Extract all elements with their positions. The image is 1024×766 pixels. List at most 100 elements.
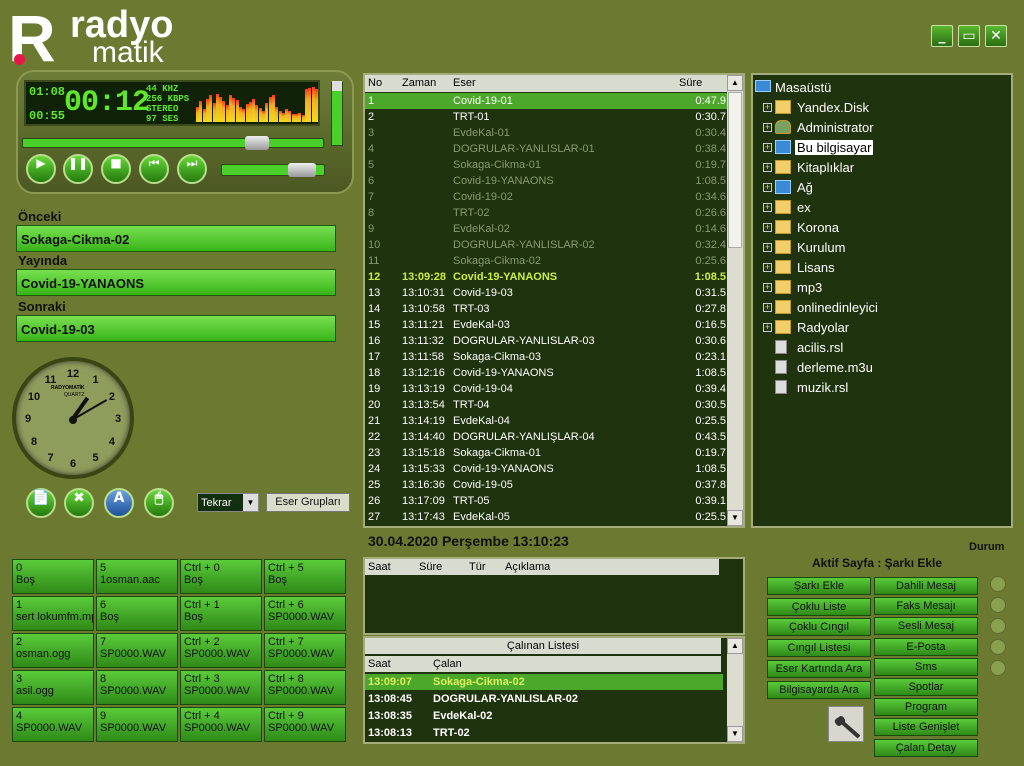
- playlist-row[interactable]: 5 Sokaga-Cikma-01 0:19.7: [365, 157, 729, 173]
- playlist-row[interactable]: 3 EvdeKal-01 0:30.4: [365, 125, 729, 141]
- play-button[interactable]: ▶: [26, 154, 56, 184]
- played-row[interactable]: 13:08:35 EvdeKal-02: [365, 708, 723, 724]
- playlist-row[interactable]: 10 DOGRULAR-YANLISLAR-02 0:32.4: [365, 237, 729, 253]
- expand-icon[interactable]: +: [763, 223, 772, 232]
- playlist-row[interactable]: 8 TRT-02 0:26.6: [365, 205, 729, 221]
- playlist-row[interactable]: 2 TRT-01 0:30.7: [365, 109, 729, 125]
- playlist-row[interactable]: 9 EvdeKal-02 0:14.6: [365, 221, 729, 237]
- next-button[interactable]: ⏭: [177, 154, 207, 184]
- scroll-down-icon[interactable]: ▼: [727, 726, 743, 742]
- playlist-row[interactable]: 7 Covid-19-02 0:34.6: [365, 189, 729, 205]
- playlist-row[interactable]: 20 13:13:54 TRT-04 0:30.5: [365, 397, 729, 413]
- volume-slider[interactable]: [221, 163, 325, 177]
- played-scrollbar[interactable]: ▲ ▼: [727, 638, 743, 742]
- action-button[interactable]: Çalan Detay: [874, 738, 978, 757]
- minimize-button[interactable]: _: [931, 25, 953, 47]
- microphone-button[interactable]: [828, 706, 864, 742]
- expand-icon[interactable]: +: [763, 243, 772, 252]
- document-button[interactable]: 📄: [26, 488, 56, 518]
- previous-button[interactable]: ⏮: [139, 154, 169, 184]
- playlist-row[interactable]: 27 13:17:43 EvdeKal-05 0:25.5: [365, 509, 729, 525]
- pause-button[interactable]: ❚❚: [63, 154, 93, 184]
- expand-icon[interactable]: +: [763, 103, 772, 112]
- hotkey-button[interactable]: 0 Boş: [12, 559, 94, 594]
- action-button[interactable]: Cıngıl Listesi: [767, 639, 871, 658]
- expand-icon[interactable]: +: [763, 163, 772, 172]
- played-row[interactable]: 13:08:13 TRT-02: [365, 725, 723, 741]
- playlist-row[interactable]: 12 13:09:28 Covid-19-YANAONS 1:08.5: [365, 269, 729, 285]
- restore-button[interactable]: ▭: [958, 25, 980, 47]
- col-tur[interactable]: Tür: [469, 561, 486, 573]
- playlist-row[interactable]: 6 Covid-19-YANAONS 1:08.5: [365, 173, 729, 189]
- action-button[interactable]: E-Posta: [874, 637, 978, 656]
- playlist-row[interactable]: 16 13:11:32 DOGRULAR-YANLISLAR-03 0:30.6: [365, 333, 729, 349]
- hotkey-button[interactable]: Ctrl + 5 Boş: [264, 559, 346, 594]
- expand-icon[interactable]: +: [763, 323, 772, 332]
- tools-button[interactable]: ✖: [64, 488, 94, 518]
- playlist-row[interactable]: 23 13:15:18 Sokaga-Cikma-01 0:19.7: [365, 445, 729, 461]
- expand-icon[interactable]: +: [763, 143, 772, 152]
- action-button[interactable]: Liste Genişlet: [874, 718, 978, 737]
- close-button[interactable]: ✕: [985, 25, 1007, 47]
- hotkey-button[interactable]: Ctrl + 4 SP0000.WAV: [180, 707, 262, 742]
- action-button[interactable]: Eser Kartında Ara: [767, 659, 871, 678]
- action-button[interactable]: Program: [874, 698, 978, 717]
- col-played-calan[interactable]: Çalan: [433, 658, 462, 670]
- scroll-up-icon[interactable]: ▲: [727, 638, 743, 654]
- text-button[interactable]: A: [104, 488, 134, 518]
- action-button[interactable]: Sesli Mesaj: [874, 617, 978, 636]
- chevron-down-icon[interactable]: ▼: [243, 494, 258, 511]
- hotkey-button[interactable]: Ctrl + 3 SP0000.WAV: [180, 670, 262, 705]
- hotkey-button[interactable]: 4 SP0000.WAV: [12, 707, 94, 742]
- col-aciklama[interactable]: Açıklama: [505, 561, 550, 573]
- played-row[interactable]: 13:09:07 Sokaga-Cikma-02: [365, 674, 723, 690]
- col-zaman[interactable]: Zaman: [402, 77, 436, 89]
- scroll-down-icon[interactable]: ▼: [727, 510, 743, 526]
- scroll-up-icon[interactable]: ▲: [727, 75, 743, 91]
- col-played-saat[interactable]: Saat: [368, 658, 391, 670]
- volume-vertical-knob[interactable]: [332, 81, 342, 91]
- volume-knob[interactable]: [287, 163, 316, 177]
- hotkey-button[interactable]: 3 asil.ogg: [12, 670, 94, 705]
- hotkey-button[interactable]: Ctrl + 0 Boş: [180, 559, 262, 594]
- action-button[interactable]: Sms: [874, 657, 978, 676]
- playlist-row[interactable]: 13 13:10:31 Covid-19-03 0:31.5: [365, 285, 729, 301]
- expand-icon[interactable]: +: [763, 123, 772, 132]
- scroll-thumb[interactable]: [728, 92, 742, 248]
- action-button[interactable]: Şarkı Ekle: [767, 577, 871, 595]
- action-button[interactable]: Spotlar: [874, 678, 978, 696]
- playlist-scrollbar[interactable]: ▲ ▼: [727, 75, 743, 526]
- hotkey-button[interactable]: Ctrl + 1 Boş: [180, 596, 262, 631]
- playlist-row[interactable]: 15 13:11:21 EvdeKal-03 0:16.5: [365, 317, 729, 333]
- hotkey-button[interactable]: 8 SP0000.WAV: [96, 670, 178, 705]
- hotkey-button[interactable]: 5 1osman.aac: [96, 559, 178, 594]
- playlist-row[interactable]: 24 13:15:33 Covid-19-YANAONS 1:08.5: [365, 461, 729, 477]
- hotkey-button[interactable]: Ctrl + 9 SP0000.WAV: [264, 707, 346, 742]
- played-row[interactable]: 13:08:45 DOGRULAR-YANLISLAR-02: [365, 691, 723, 707]
- mouse-button[interactable]: 🖱: [144, 488, 174, 518]
- expand-icon[interactable]: +: [763, 263, 772, 272]
- col-saat[interactable]: Saat: [368, 561, 391, 573]
- col-no[interactable]: No: [368, 77, 382, 89]
- action-button[interactable]: Faks Mesajı: [874, 597, 978, 616]
- expand-icon[interactable]: +: [763, 283, 772, 292]
- playlist-row[interactable]: 17 13:11:58 Sokaga-Cikma-03 0:23.1: [365, 349, 729, 365]
- col-eser[interactable]: Eser: [453, 77, 476, 89]
- hotkey-button[interactable]: 9 SP0000.WAV: [96, 707, 178, 742]
- playlist-row[interactable]: 26 13:17:09 TRT-05 0:39.1: [365, 493, 729, 509]
- playlist-row[interactable]: 4 DOGRULAR-YANLISLAR-01 0:38.4: [365, 141, 729, 157]
- hotkey-button[interactable]: 1 sert lokumfm.mp: [12, 596, 94, 631]
- playlist-row[interactable]: 18 13:12:16 Covid-19-YANAONS 1:08.5: [365, 365, 729, 381]
- hotkey-button[interactable]: Ctrl + 7 SP0000.WAV: [264, 633, 346, 668]
- col-sure[interactable]: Süre: [419, 561, 442, 573]
- action-button[interactable]: Çoklu Cıngıl: [767, 618, 871, 637]
- playlist-row[interactable]: 19 13:13:19 Covid-19-04 0:39.4: [365, 381, 729, 397]
- hotkey-button[interactable]: Ctrl + 2 SP0000.WAV: [180, 633, 262, 668]
- stop-button[interactable]: ■: [101, 154, 131, 184]
- playlist-row[interactable]: 22 13:14:40 DOGRULAR-YANLIŞLAR-04 0:43.5: [365, 429, 729, 445]
- repeat-select[interactable]: Tekrar ▼: [197, 493, 259, 512]
- hotkey-button[interactable]: Ctrl + 8 SP0000.WAV: [264, 670, 346, 705]
- playlist-row[interactable]: 14 13:10:58 TRT-03 0:27.8: [365, 301, 729, 317]
- hotkey-button[interactable]: 6 Boş: [96, 596, 178, 631]
- song-groups-button[interactable]: Eser Grupları: [266, 493, 350, 512]
